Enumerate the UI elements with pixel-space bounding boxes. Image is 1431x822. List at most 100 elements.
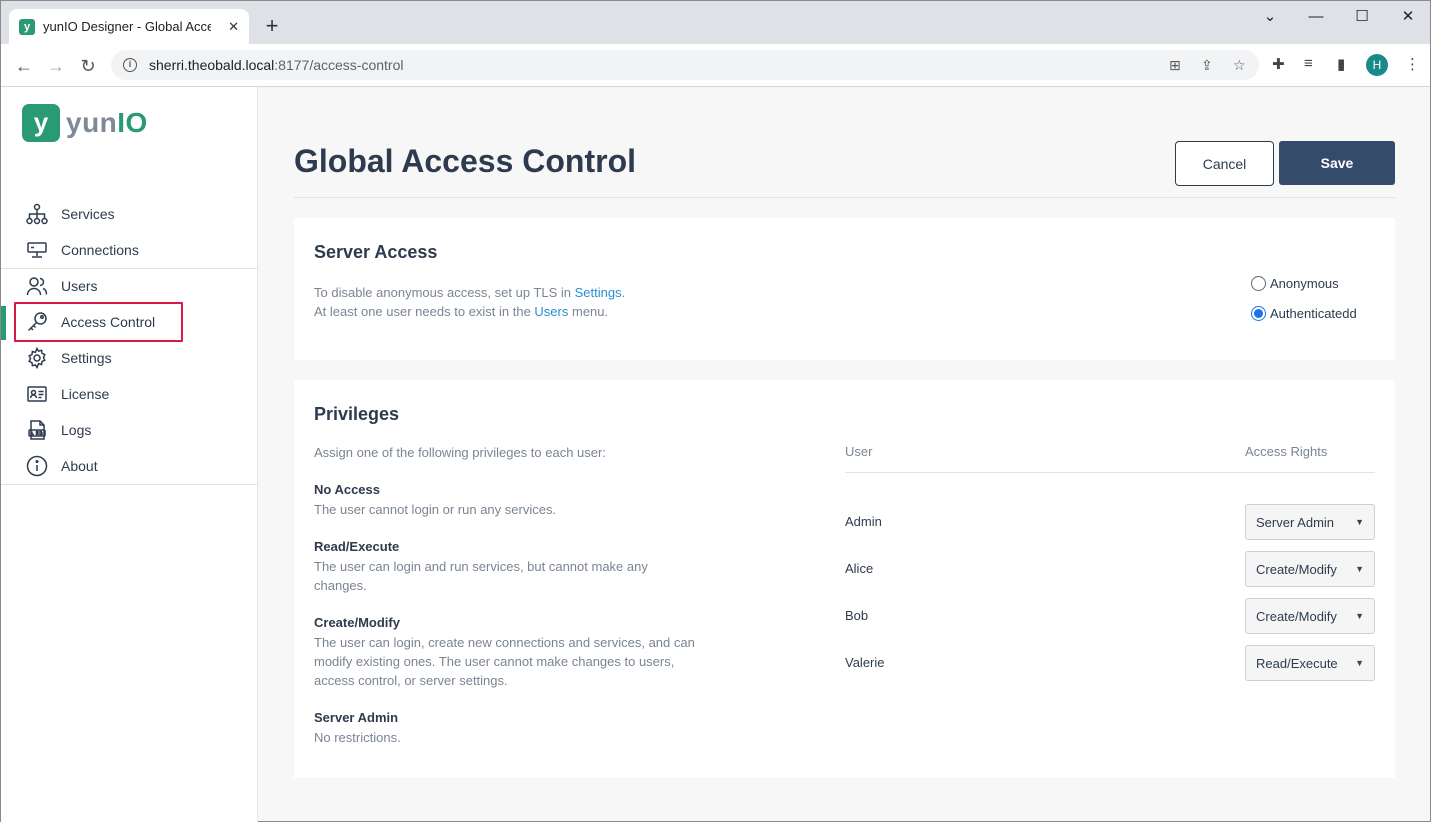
privilege-description: The user can login, create new connectio… (314, 635, 695, 688)
users-icon (26, 275, 48, 297)
server-access-line2-suffix: menu. (568, 304, 609, 319)
logo-text-io: IO (117, 107, 148, 138)
app-logo[interactable]: y yunIO (22, 104, 148, 142)
sitemap-icon (26, 203, 48, 225)
browser-chrome: y yunIO Designer - Global Access Control… (1, 1, 1430, 87)
favicon-icon: y (19, 18, 35, 35)
settings-link[interactable]: Settings (575, 285, 622, 300)
highlight-annotation (14, 302, 183, 342)
sidebar-item-label: About (61, 458, 98, 474)
server-access-line2-text: At least one user needs to exist in the (314, 304, 535, 319)
logs-icon (26, 419, 48, 441)
user-name: Alice (845, 561, 874, 576)
server-access-title: Server Access (314, 242, 438, 262)
info-icon (26, 455, 48, 477)
table-header-divider (845, 472, 1375, 473)
translate-icon[interactable]: ⊞ (1169, 57, 1181, 74)
reload-icon[interactable]: ↻ (75, 53, 101, 79)
sidebar-item-label: License (61, 386, 110, 402)
sidebar-item-connections[interactable]: Connections (1, 232, 257, 268)
caret-down-icon: ▼ (1355, 517, 1364, 527)
bookmark-star-icon[interactable]: ☆ (1233, 57, 1246, 74)
caret-down-icon: ▼ (1355, 658, 1364, 668)
logo-text-yun: yun (66, 107, 118, 138)
access-rights-value: Create/Modify (1256, 608, 1337, 624)
sidebar-item-label: Connections (61, 242, 139, 258)
privilege-description: The user cannot login or run any service… (314, 502, 557, 517)
caret-down-icon: ▼ (1355, 564, 1364, 574)
back-icon[interactable]: ← (11, 53, 37, 79)
tab-search-icon[interactable]: ⌄ (1247, 5, 1293, 29)
media-icon[interactable]: ≡ (1304, 55, 1313, 72)
sidebar-item-license[interactable]: License (1, 376, 257, 412)
access-rights-value: Read/Execute (1256, 655, 1338, 671)
side-panel-icon[interactable]: ▮ (1337, 55, 1345, 73)
access-rights-select[interactable]: Server Admin ▼ (1245, 504, 1375, 540)
privilege-name: Server Admin (314, 710, 399, 725)
sidebar-item-label: Services (61, 206, 115, 222)
save-button[interactable]: Save (1279, 141, 1395, 185)
browser-tab[interactable]: y yunIO Designer - Global Access Control… (9, 9, 249, 44)
extensions-icon[interactable]: ✚ (1272, 55, 1285, 73)
radio-authenticated-control[interactable] (1251, 306, 1266, 321)
monitor-icon (26, 239, 48, 261)
menu-kebab-icon[interactable]: ⋮ (1405, 55, 1420, 73)
server-access-line1-suffix: . (621, 285, 626, 300)
radio-anonymous-control[interactable] (1251, 276, 1266, 291)
access-rights-select[interactable]: Create/Modify ▼ (1245, 551, 1375, 587)
address-bar[interactable]: i sherri.theobald.local:8177/access-cont… (111, 50, 1259, 80)
maximize-icon[interactable]: ☐ (1339, 5, 1385, 29)
user-name: Admin (845, 514, 882, 529)
id-card-icon (26, 383, 48, 405)
minimize-icon[interactable]: — (1293, 5, 1339, 29)
access-rights-value: Server Admin (1256, 514, 1335, 530)
new-tab-icon[interactable]: + (259, 13, 285, 39)
browser-toolbar: ← → ↻ i sherri.theobald.local:8177/acces… (1, 44, 1430, 87)
server-access-line1-text: To disable anonymous access, set up TLS … (314, 285, 575, 300)
site-info-icon[interactable]: i (123, 58, 137, 72)
cancel-button[interactable]: Cancel (1175, 141, 1274, 186)
caret-down-icon: ▼ (1355, 611, 1364, 621)
radio-authenticated-label: Authenticatedd (1270, 306, 1357, 321)
sidebar-item-logs[interactable]: Logs (1, 412, 257, 448)
sidebar-item-users[interactable]: Users (1, 268, 257, 304)
sidebar-item-label: Logs (61, 422, 92, 438)
sidebar-item-label: Users (61, 278, 98, 294)
sidebar-item-about[interactable]: About (1, 448, 257, 484)
privileges-intro: Assign one of the following privileges t… (314, 445, 606, 460)
close-window-icon[interactable]: ✕ (1385, 5, 1431, 29)
radio-anonymous-label: Anonymous (1270, 276, 1339, 291)
users-link[interactable]: Users (534, 304, 568, 319)
sidebar-divider (1, 484, 257, 485)
column-header-user: User (845, 444, 873, 459)
url-host: sherri.theobald.local (149, 57, 275, 73)
privilege-name: Create/Modify (314, 615, 400, 630)
column-header-access-rights: Access Rights (1245, 444, 1328, 459)
user-name: Valerie (845, 655, 885, 670)
privileges-title: Privileges (314, 404, 400, 424)
privilege-name: No Access (314, 482, 380, 497)
user-name: Bob (845, 608, 869, 623)
access-rights-select[interactable]: Read/Execute ▼ (1245, 645, 1375, 681)
server-access-card: Server Access To disable anonymous acces… (294, 218, 1395, 360)
radio-authenticated[interactable]: Authenticatedd (1251, 306, 1357, 321)
close-tab-icon[interactable]: ✕ (228, 19, 239, 35)
share-icon[interactable]: ⇪ (1201, 57, 1213, 74)
tab-title: yunIO Designer - Global Access Control (43, 19, 211, 34)
sidebar-item-settings[interactable]: Settings (1, 340, 257, 376)
forward-icon[interactable]: → (43, 53, 69, 79)
access-rights-value: Create/Modify (1256, 561, 1337, 577)
privilege-description: The user can login and run services, but… (314, 559, 648, 593)
header-divider (294, 197, 1395, 198)
profile-avatar[interactable]: H (1366, 54, 1388, 76)
gear-icon (26, 347, 48, 369)
sidebar-item-services[interactable]: Services (1, 196, 257, 232)
logo-mark-icon: y (22, 104, 60, 142)
sidebar-item-label: Settings (61, 350, 112, 366)
radio-anonymous[interactable]: Anonymous (1251, 276, 1339, 291)
privileges-card: Privileges Assign one of the following p… (294, 380, 1395, 778)
sidebar: y yunIO Services Connections Users Acces… (1, 87, 258, 822)
privilege-description: No restrictions. (314, 730, 401, 745)
server-access-description: To disable anonymous access, set up TLS … (314, 283, 625, 321)
access-rights-select[interactable]: Create/Modify ▼ (1245, 598, 1375, 634)
